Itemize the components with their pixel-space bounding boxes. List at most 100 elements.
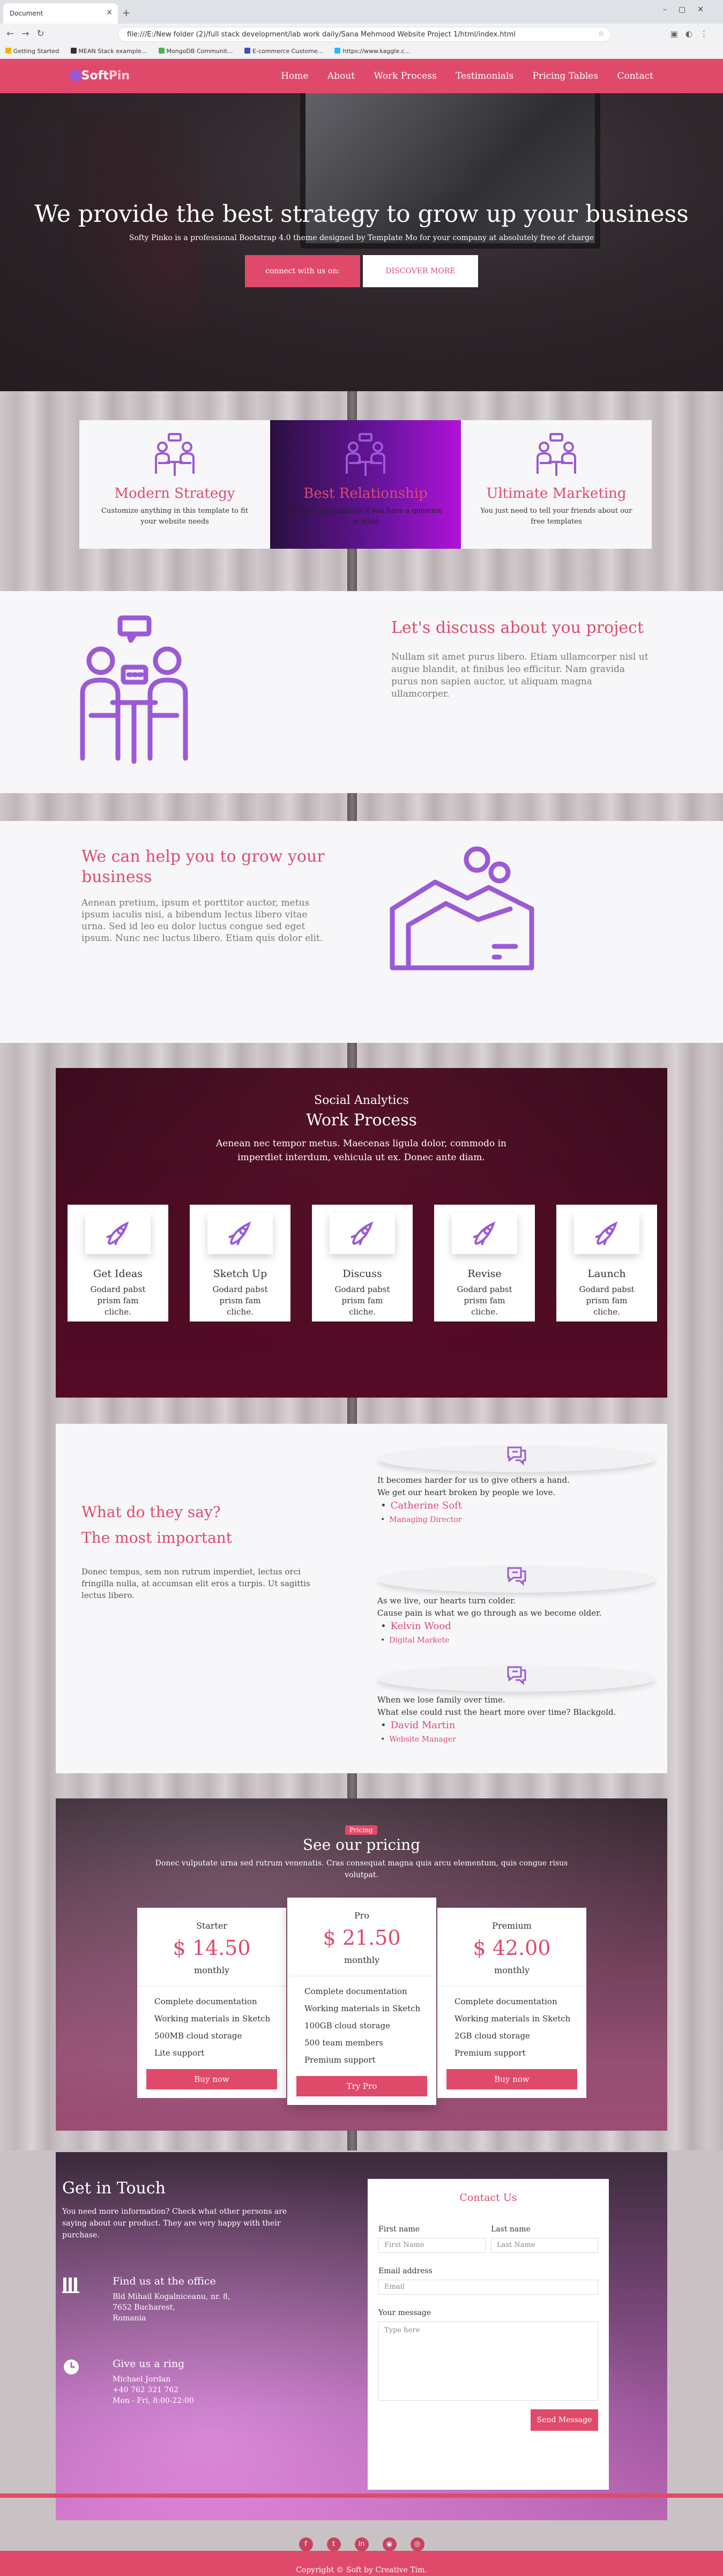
plan-feature: Complete documentation <box>154 1997 257 2006</box>
address-bar[interactable]: file:///E:/New folder (2)/full stack dev… <box>118 27 611 42</box>
step-title: Sketch Up <box>213 1268 267 1280</box>
rocket-icon <box>574 1213 639 1254</box>
bookmark-item[interactable]: E-commerce Custome... <box>244 48 323 55</box>
plan-feature: 100GB cloud storage <box>304 2021 391 2030</box>
tab-title: Document <box>10 10 43 17</box>
meeting-icon <box>536 433 576 476</box>
footer-top-divider <box>0 2493 723 2498</box>
testimonial-author: David Martin <box>389 1720 656 1731</box>
grow-section: We can help you to grow your business Ae… <box>0 821 723 1043</box>
nav-about[interactable]: About <box>327 71 355 81</box>
testimonials-text: Donec tempus, sem non rutrum imperdiet, … <box>81 1567 310 1600</box>
testimonial-author: Kelvin Wood <box>389 1621 656 1632</box>
plan-feature: Working materials in Sketch <box>154 2014 271 2024</box>
logo-text-accent: Pin <box>108 69 130 83</box>
facebook-icon[interactable]: f <box>299 2537 313 2551</box>
logo-mark-icon <box>70 70 81 81</box>
plan-feature: Premium support <box>454 2048 526 2058</box>
rocket-icon <box>330 1213 395 1254</box>
building-icon <box>62 2278 79 2293</box>
pricing-badge: Pricing <box>345 1825 377 1835</box>
email-label: Email address <box>378 2267 433 2275</box>
contact-title: Get in Touch <box>62 2179 166 2198</box>
bookmark-item[interactable]: Getting Started <box>5 48 59 55</box>
nav-testimonials[interactable]: Testimonials <box>456 71 513 81</box>
work-step-card[interactable]: Revise Godard pabst prism fam cliche. <box>434 1205 535 1321</box>
site-footer: Copyright © Soft by Creative Tim. <box>0 2551 723 2576</box>
grow-title: We can help you to grow your business <box>81 847 325 886</box>
testimonial-disc <box>377 1665 656 1692</box>
plan-feature: Complete documentation <box>304 1987 407 1996</box>
step-text: Godard pabst prism fam cliche. <box>334 1285 390 1317</box>
rss-icon[interactable]: ◉ <box>382 2537 397 2551</box>
work-step-card[interactable]: Get Ideas Godard pabst prism fam cliche. <box>68 1205 168 1321</box>
chat-bubble-icon <box>507 1567 526 1586</box>
bookmark-item[interactable]: MEAN Stack example... <box>70 48 147 55</box>
step-title: Discuss <box>342 1268 382 1280</box>
work-steps: Get Ideas Godard pabst prism fam cliche.… <box>68 1205 657 1321</box>
feature-card[interactable]: Modern Strategy Customize anything in th… <box>79 420 270 549</box>
plan-features: Complete documentation Working materials… <box>287 1976 436 2069</box>
testimonial-quote-line: When we lose family over time. <box>377 1695 505 1705</box>
window-controls[interactable]: –▢✕ <box>663 5 715 14</box>
pricing-description: Donec vulputate urna sed rutrum venenati… <box>155 1859 568 1879</box>
feature-card[interactable]: Best Relationship Contact immediately if… <box>270 420 461 549</box>
linkedin-icon[interactable]: in <box>354 2537 369 2551</box>
last-name-input[interactable]: Last Name <box>491 2238 598 2253</box>
work-title: Work Process <box>306 1111 417 1130</box>
office-address: Bld Mihail Kogalniceanu, nr. 8, 7652 Buc… <box>113 2293 230 2323</box>
new-tab-icon[interactable]: + <box>122 8 130 19</box>
plan-price: $ 21.50 <box>323 1926 401 1950</box>
testimonial-quote-line: What else could rust the heart more over… <box>377 1707 616 1717</box>
send-message-button[interactable]: Send Message <box>531 2409 598 2431</box>
connect-button[interactable]: connect with us on: <box>245 255 360 287</box>
plan-feature: 500 team members <box>304 2038 383 2048</box>
bookmark-item[interactable]: https://www.kaggle.c... <box>334 48 410 55</box>
work-step-card[interactable]: Discuss Godard pabst prism fam cliche. <box>312 1205 413 1321</box>
work-step-card[interactable]: Launch Godard pabst prism fam cliche. <box>556 1205 657 1321</box>
testimonial-author: Catherine Soft <box>389 1500 656 1511</box>
nav-home[interactable]: Home <box>281 71 308 81</box>
chat-bubble-icon <box>507 1666 526 1685</box>
nav-links: Home About Work Process Testimonials Pri… <box>265 71 653 81</box>
step-text: Godard pabst prism fam cliche. <box>457 1285 512 1317</box>
dribbble-icon[interactable]: ◎ <box>410 2537 424 2551</box>
phone-info: Give us a ring Michael Jordan +40 762 32… <box>62 2358 255 2406</box>
message-textarea[interactable]: Type here <box>378 2321 598 2401</box>
twitter-icon[interactable]: t <box>326 2537 341 2551</box>
parallax-background <box>0 793 723 821</box>
work-step-card[interactable]: Sketch Up Godard pabst prism fam cliche. <box>190 1205 290 1321</box>
plan-name: Pro <box>354 1910 370 1921</box>
buy-now-button[interactable]: Buy now <box>146 2069 277 2089</box>
testimonial-role: Website Manager <box>389 1735 656 1744</box>
testimonial-quote-line: We get our heart broken by people we lov… <box>377 1488 556 1497</box>
plan-feature: Working materials in Sketch <box>454 2014 571 2024</box>
contact-section: Get in Touch You need more information? … <box>56 2152 667 2520</box>
testimonial-item: It becomes harder for us to give others … <box>377 1445 656 1524</box>
first-name-input[interactable]: First Name <box>378 2238 486 2253</box>
pricing-title: See our pricing <box>302 1836 421 1854</box>
plan-feature: Lite support <box>154 2048 205 2058</box>
discover-more-button[interactable]: DISCOVER MORE <box>363 255 478 287</box>
extension-icons[interactable]: ▣◐⋮ <box>670 29 715 39</box>
feature-card[interactable]: Ultimate Marketing You just need to tell… <box>461 420 652 549</box>
discuss-title: Let's discuss about you project <box>391 618 644 637</box>
bookmark-item[interactable]: MongoDB Communit... <box>158 48 233 55</box>
nav-work-process[interactable]: Work Process <box>374 71 436 81</box>
site-logo[interactable]: SoftPin <box>70 69 130 83</box>
url-text: file:///E:/New folder (2)/full stack dev… <box>127 31 516 39</box>
work-description: Aenean nec tempor metus. Maecenas ligula… <box>216 1138 506 1163</box>
testimonial-quote-line: Cause pain is what we go through as we b… <box>377 1608 602 1618</box>
buy-now-button[interactable]: Buy now <box>446 2069 577 2089</box>
close-tab-icon[interactable]: ✕ <box>106 9 113 17</box>
office-title: Find us at the office <box>113 2275 216 2287</box>
email-input[interactable]: Email <box>378 2280 598 2295</box>
nav-buttons[interactable]: ←→↻ <box>6 28 52 39</box>
nav-contact[interactable]: Contact <box>617 71 653 81</box>
nav-pricing[interactable]: Pricing Tables <box>533 71 598 81</box>
try-pro-button[interactable]: Try Pro <box>296 2076 427 2096</box>
plan-price: $ 42.00 <box>473 1936 551 1960</box>
bookmark-star-icon[interactable]: ☆ <box>598 30 604 38</box>
browser-tab[interactable]: Document ✕ <box>3 3 118 24</box>
first-name-label: First name <box>378 2225 420 2234</box>
